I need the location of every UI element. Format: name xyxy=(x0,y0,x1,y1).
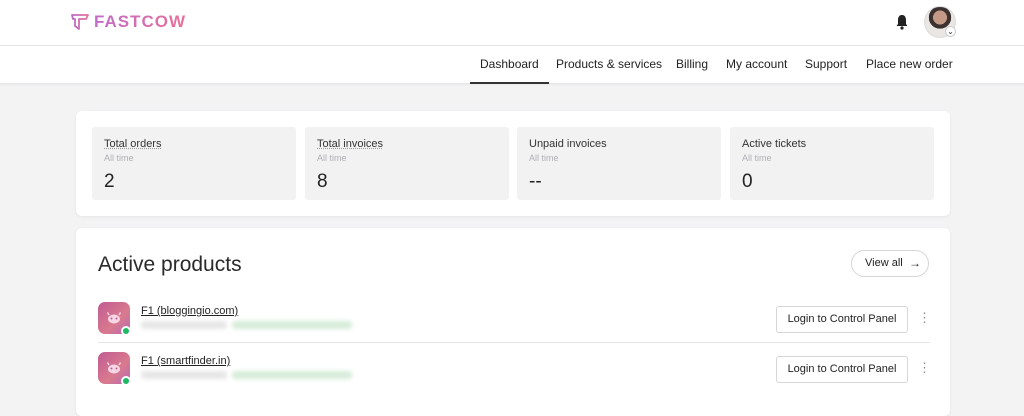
active-products-card: Active products View all → F1 (bloggingi… xyxy=(76,228,950,416)
chevron-down-icon[interactable]: ⌄ xyxy=(945,26,956,37)
stat-label: Total invoices xyxy=(317,138,384,150)
redacted-detail xyxy=(232,371,352,379)
stat-label: Total orders xyxy=(104,138,162,150)
arrow-right-icon: → xyxy=(909,256,921,270)
login-control-panel-button[interactable]: Login to Control Panel xyxy=(776,356,908,383)
status-dot xyxy=(121,376,131,386)
view-all-button[interactable]: View all → xyxy=(851,250,929,277)
status-dot xyxy=(121,326,131,336)
stat-value: -- xyxy=(529,171,542,192)
nav-item-products-services[interactable]: Products & services xyxy=(546,46,672,84)
stat-value: 0 xyxy=(742,171,753,192)
section-title: Active products xyxy=(98,253,242,276)
stat-total-orders[interactable]: Total orders All time 2 xyxy=(92,127,296,200)
stat-total-invoices[interactable]: Total invoices All time 8 xyxy=(305,127,509,200)
stats-card: Total orders All time 2 Total invoices A… xyxy=(76,111,950,216)
redacted-detail xyxy=(232,321,352,329)
stat-unpaid-invoices: Unpaid invoices All time -- xyxy=(517,127,721,200)
stat-value: 2 xyxy=(104,171,115,192)
stat-sublabel: All time xyxy=(529,153,559,163)
login-control-panel-button[interactable]: Login to Control Panel xyxy=(776,306,908,333)
more-options-icon[interactable]: ⋮ xyxy=(918,358,931,378)
product-name-link[interactable]: F1 (smartfinder.in) xyxy=(141,355,230,367)
bell-icon[interactable] xyxy=(895,14,909,30)
product-row: F1 (smartfinder.in) Login to Control Pan… xyxy=(98,344,931,393)
stat-active-tickets: Active tickets All time 0 xyxy=(730,127,934,200)
nav-item-support[interactable]: Support xyxy=(795,46,857,84)
brand-logo[interactable]: FASTCOW xyxy=(70,11,186,33)
redacted-detail xyxy=(141,321,227,329)
nav-item-billing[interactable]: Billing xyxy=(666,46,718,84)
view-all-label: View all xyxy=(865,257,903,269)
stat-sublabel: All time xyxy=(104,153,134,163)
product-name-link[interactable]: F1 (bloggingio.com) xyxy=(141,305,238,317)
nav-item-place-new-order[interactable]: Place new order xyxy=(856,46,963,84)
product-icon xyxy=(98,302,131,336)
more-options-icon[interactable]: ⋮ xyxy=(918,308,931,328)
stat-value: 8 xyxy=(317,171,328,192)
nav-item-my-account[interactable]: My account xyxy=(716,46,797,84)
product-logo-icon xyxy=(106,362,122,374)
product-row: F1 (bloggingio.com) Login to Control Pan… xyxy=(98,294,931,343)
nav-item-dashboard[interactable]: Dashboard xyxy=(470,46,549,84)
stat-label: Unpaid invoices xyxy=(529,138,607,150)
redacted-detail xyxy=(141,371,227,379)
brand-name: FASTCOW xyxy=(94,12,186,31)
product-logo-icon xyxy=(106,312,122,324)
top-bar: FASTCOW ⌄ xyxy=(0,0,1024,46)
fastcow-logo-icon xyxy=(71,14,89,30)
main-navigation: Dashboard Products & services Billing My… xyxy=(0,46,1024,84)
product-icon xyxy=(98,352,131,386)
stat-sublabel: All time xyxy=(317,153,347,163)
stat-sublabel: All time xyxy=(742,153,772,163)
stat-label: Active tickets xyxy=(742,138,807,150)
